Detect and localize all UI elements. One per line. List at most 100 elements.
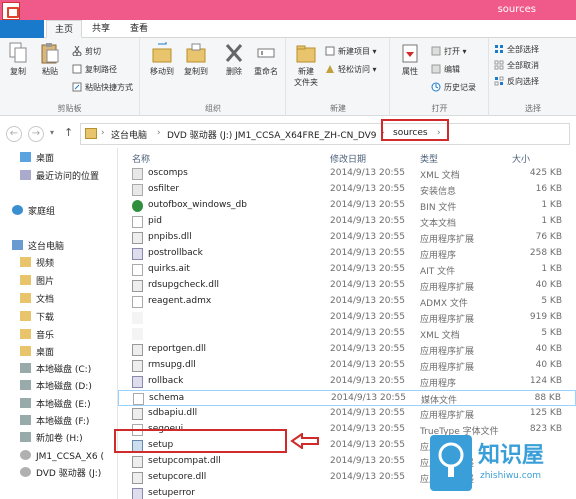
nav-item-videos[interactable]: 视频 xyxy=(20,256,54,272)
homegroup-icon xyxy=(12,205,23,215)
delete-button[interactable]: 删除 xyxy=(219,40,249,77)
back-arrow-icon: ← xyxy=(9,128,19,139)
file-row-selected[interactable]: schema 2014/9/13 20:55 媒体文件 88 KB xyxy=(118,390,576,406)
move-to-button[interactable]: 移动到 xyxy=(147,40,177,77)
ait-file-icon xyxy=(132,264,143,276)
nav-item-desktop-folder[interactable]: 桌面 xyxy=(20,345,54,361)
nav-item-recent[interactable]: 最近访问的位置 xyxy=(20,169,99,185)
inf-file-icon xyxy=(132,184,143,196)
tab-share[interactable]: 共享 xyxy=(84,20,118,38)
edit-label: 编辑 xyxy=(444,65,460,74)
tab-view[interactable]: 查看 xyxy=(122,20,156,38)
select-all-icon xyxy=(494,44,504,54)
computer-icon xyxy=(12,240,23,250)
select-all-button[interactable]: 全部选择 xyxy=(494,44,539,55)
file-row[interactable]: outofbox_windows_db 2014/9/13 20:55 BIN 文件… xyxy=(118,198,576,214)
properties-button[interactable]: 属性 xyxy=(395,40,425,77)
tab-home[interactable]: 主页 xyxy=(46,20,83,38)
paste-button[interactable]: 粘贴 xyxy=(35,40,65,77)
file-row[interactable]: postrollback 2014/9/13 20:55 应用程序 258 KB xyxy=(118,246,576,262)
nav-item-this-pc[interactable]: 这台电脑 xyxy=(12,239,64,255)
watermark-brand: 知识屋 xyxy=(478,443,545,468)
drive-icon xyxy=(20,415,31,425)
up-arrow-icon[interactable]: ↑ xyxy=(64,126,73,139)
nav-item-drive-h[interactable]: 新加卷 (H:) xyxy=(20,431,83,447)
back-button[interactable]: ← xyxy=(6,126,22,142)
nav-item-desktop[interactable]: 桌面 xyxy=(20,151,54,167)
easy-access-button[interactable]: 轻松访问 ▾ xyxy=(325,64,377,75)
file-row[interactable]: osfilter 2014/9/13 20:55 安装信息 16 KB xyxy=(118,182,576,198)
address-field[interactable]: › 这台电脑 › DVD 驱动器 (J:) JM1_CCSA_X64FRE_ZH… xyxy=(80,123,570,145)
history-button[interactable]: 历史记录 xyxy=(431,82,476,93)
explorer-app-icon[interactable] xyxy=(2,2,20,20)
delete-x-icon xyxy=(224,42,244,64)
paste-shortcut-icon xyxy=(72,82,82,92)
cut-button[interactable]: 剪切 xyxy=(72,45,101,57)
sources-highlight-box xyxy=(381,119,449,141)
nav-item-documents[interactable]: 文档 xyxy=(20,292,54,308)
file-row[interactable]: quirks.ait 2014/9/13 20:55 AIT 文件 1 KB xyxy=(118,262,576,278)
file-row[interactable]: 2014/9/13 20:55 XML 文档 5 KB xyxy=(118,326,576,342)
nav-item-jm1[interactable]: JM1_CCSA_X6 ( xyxy=(20,449,104,465)
tab-file[interactable] xyxy=(0,20,44,38)
xml-file-icon xyxy=(132,168,143,180)
bin-file-icon xyxy=(132,200,143,212)
title-bar: sources xyxy=(0,0,576,20)
organize-group-label: 组织 xyxy=(205,104,221,113)
select-none-button[interactable]: 全部取消 xyxy=(494,60,539,71)
new-folder-button[interactable]: 新建 文件夹 xyxy=(291,40,321,88)
copy-path-button[interactable]: 复制路径 xyxy=(72,64,117,75)
new-item-button[interactable]: 新建项目 ▾ xyxy=(325,46,377,57)
nav-item-pictures[interactable]: 图片 xyxy=(20,274,54,290)
file-row[interactable]: pid 2014/9/13 20:55 文本文档 1 KB xyxy=(118,214,576,230)
edit-button[interactable]: 编辑 xyxy=(431,64,460,75)
admx-file-icon xyxy=(132,296,143,308)
xml-file-icon xyxy=(132,328,143,340)
drive-icon xyxy=(20,398,31,408)
copy-button[interactable]: 复制 xyxy=(3,40,33,77)
crumb-this-pc[interactable]: 这台电脑 xyxy=(111,128,147,141)
file-row[interactable]: reportgen.dll 2014/9/13 20:55 应用程序扩展 40 KB xyxy=(118,342,576,358)
copy-to-button[interactable]: 复制到 xyxy=(181,40,211,77)
crumb-dvd-drive[interactable]: DVD 驱动器 (J:) JM1_CCSA_X64FRE_ZH-CN_DV9 xyxy=(167,128,377,141)
nav-item-music[interactable]: 音乐 xyxy=(20,328,54,344)
forward-button[interactable]: → xyxy=(28,126,44,142)
open-group-label: 打开 xyxy=(431,104,448,113)
file-row[interactable]: reagent.admx 2014/9/13 20:55 ADMX 文件 5 KB xyxy=(118,294,576,310)
nav-item-drive-e[interactable]: 本地磁盘 (E:) xyxy=(20,397,91,413)
drive-icon xyxy=(20,432,31,442)
watermark: 知识屋 zhishiwu.com xyxy=(412,429,576,499)
nav-item-drive-f[interactable]: 本地磁盘 (F:) xyxy=(20,414,89,430)
file-row[interactable]: 2014/9/13 20:55 应用程序扩展 919 KB xyxy=(118,310,576,326)
file-row[interactable]: rdsupgcheck.dll 2014/9/13 20:55 应用程序扩展 40 K… xyxy=(118,278,576,294)
file-row[interactable]: oscomps 2014/9/13 20:55 XML 文档 425 KB xyxy=(118,166,576,182)
copy-label: 复制 xyxy=(10,67,26,76)
downloads-folder-icon xyxy=(20,311,31,321)
invert-selection-button[interactable]: 反向选择 xyxy=(494,76,539,87)
dll-file-icon xyxy=(132,360,143,372)
nav-item-dvd-j[interactable]: DVD 驱动器 (J:) xyxy=(20,466,101,482)
rename-button[interactable]: 重命名 xyxy=(251,40,281,77)
dll-file-icon xyxy=(132,408,143,420)
paste-icon xyxy=(40,42,60,64)
file-row[interactable]: pnpibs.dll 2014/9/13 20:55 应用程序扩展 76 KB xyxy=(118,230,576,246)
properties-icon xyxy=(400,42,420,64)
nav-item-drive-d[interactable]: 本地磁盘 (D:) xyxy=(20,379,92,395)
drive-icon xyxy=(20,363,31,373)
open-button[interactable]: 打开 ▾ xyxy=(431,46,467,57)
nav-item-homegroup[interactable]: 家庭组 xyxy=(12,204,55,220)
delete-label: 删除 xyxy=(226,67,242,76)
rename-icon xyxy=(256,42,276,64)
file-row[interactable]: rmsupg.dll 2014/9/13 20:55 应用程序扩展 40 KB xyxy=(118,358,576,374)
open-icon xyxy=(431,46,441,56)
file-row[interactable]: sdbapiu.dll 2014/9/13 20:55 应用程序扩展 125 KB xyxy=(118,406,576,422)
nav-item-downloads[interactable]: 下载 xyxy=(20,310,54,326)
new-folder-label: 新建 文件夹 xyxy=(294,67,318,87)
file-row[interactable]: rollback 2014/9/13 20:55 应用程序 124 KB xyxy=(118,374,576,390)
nav-item-drive-c[interactable]: 本地磁盘 (C:) xyxy=(20,362,91,378)
rename-label: 重命名 xyxy=(254,67,278,76)
ribbon: 复制 粘贴 剪切 复制路径 粘贴快捷方式 剪贴板 移动到 复制到 删除 重命名 … xyxy=(0,38,576,116)
dll-file-icon xyxy=(132,280,143,292)
paste-shortcut-button[interactable]: 粘贴快捷方式 xyxy=(72,82,133,93)
recent-locations-chevron-icon[interactable]: ▾ xyxy=(50,128,54,137)
